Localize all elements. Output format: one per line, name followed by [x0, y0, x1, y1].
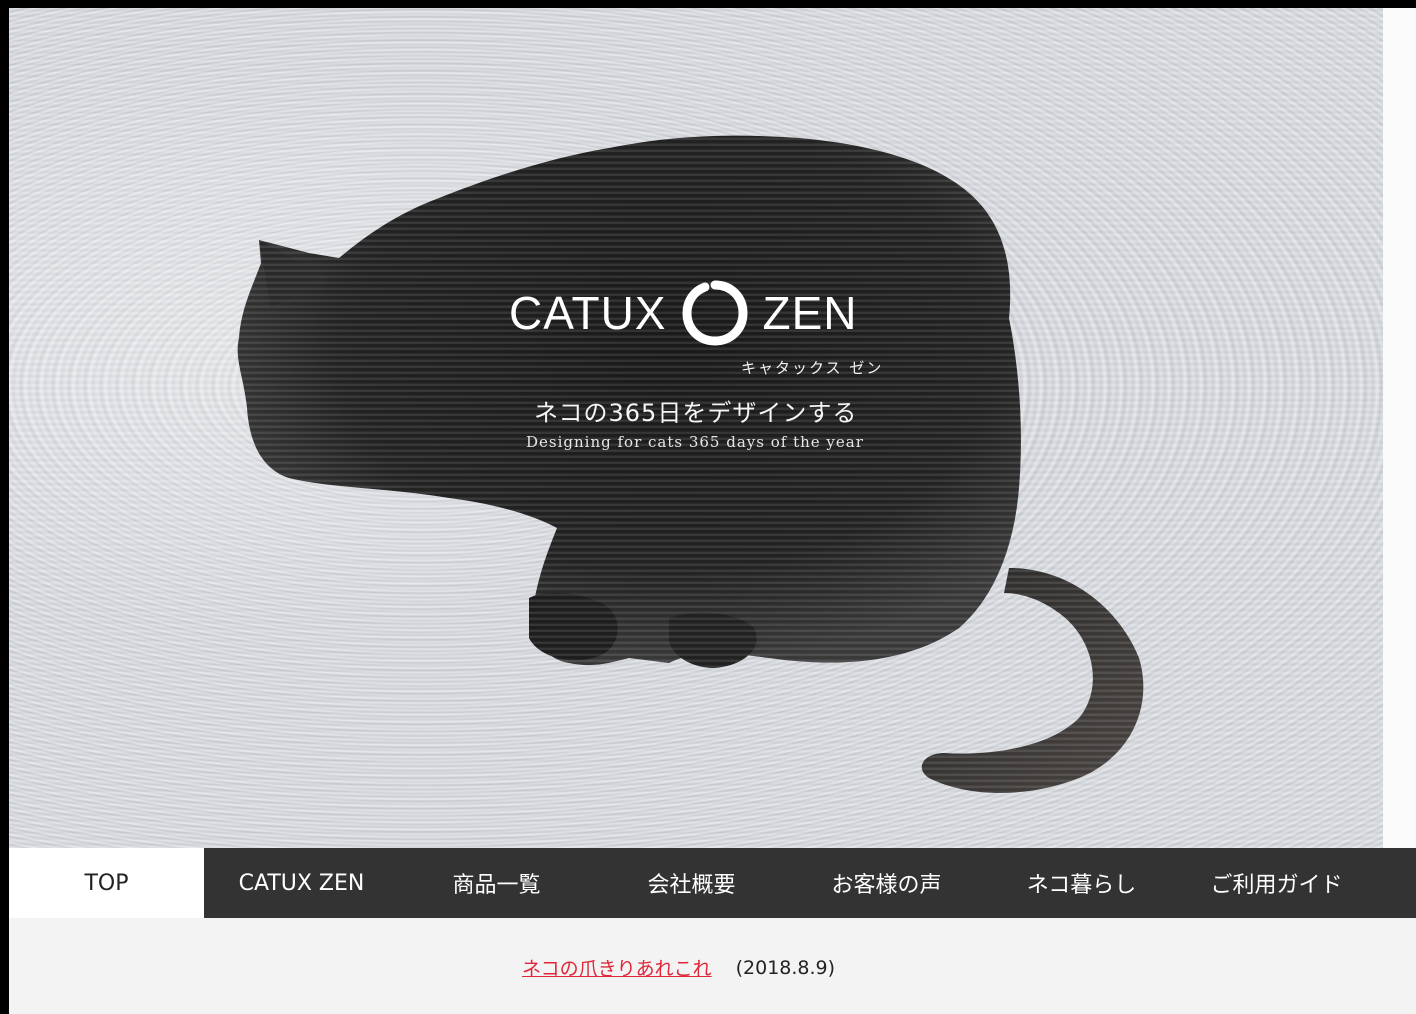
- news-bar: ネコの爪きりあれこれ (2018.8.9): [9, 918, 1416, 1014]
- nav-item-products[interactable]: 商品一覧: [399, 848, 594, 918]
- logo-word-right: ZEN: [762, 287, 858, 339]
- news-item: ネコの爪きりあれこれ (2018.8.9): [522, 954, 835, 981]
- brand-block: CATUX ZEN キャタックス ゼン ネコの365日をデザインする Desig…: [509, 263, 889, 451]
- nav-item-guide[interactable]: ご利用ガイド: [1179, 848, 1374, 918]
- hero-banner: CATUX ZEN キャタックス ゼン ネコの365日をデザインする Desig…: [9, 8, 1383, 848]
- logo-word-left: CATUX: [509, 287, 667, 339]
- nav-item-top[interactable]: TOP: [9, 848, 204, 918]
- news-date: (2018.8.9): [735, 956, 836, 979]
- logo: CATUX ZEN: [509, 263, 889, 363]
- page: CATUX ZEN キャタックス ゼン ネコの365日をデザインする Desig…: [9, 8, 1416, 1014]
- nav-item-customer-voice[interactable]: お客様の声: [789, 848, 984, 918]
- enso-circle-icon: [681, 280, 748, 346]
- news-link[interactable]: ネコの爪きりあれこれ: [522, 954, 712, 981]
- cat-illustration: [237, 135, 1144, 793]
- tagline-english: Designing for cats 365 days of the year: [526, 433, 864, 451]
- tagline-japanese: ネコの365日をデザインする: [534, 399, 858, 427]
- nav-item-cat-life[interactable]: ネコ暮らし: [984, 848, 1179, 918]
- browser-frame: CATUX ZEN キャタックス ゼン ネコの365日をデザインする Desig…: [0, 0, 1416, 1014]
- nav-item-company[interactable]: 会社概要: [594, 848, 789, 918]
- main-navigation: TOP CATUX ZEN 商品一覧 会社概要 お客様の声 ネコ暮らし ご利用ガ…: [9, 848, 1416, 918]
- brand-kana: キャタックス ゼン: [741, 359, 884, 377]
- hero-right-strip: [1383, 8, 1416, 848]
- nav-item-catux-zen[interactable]: CATUX ZEN: [204, 848, 399, 918]
